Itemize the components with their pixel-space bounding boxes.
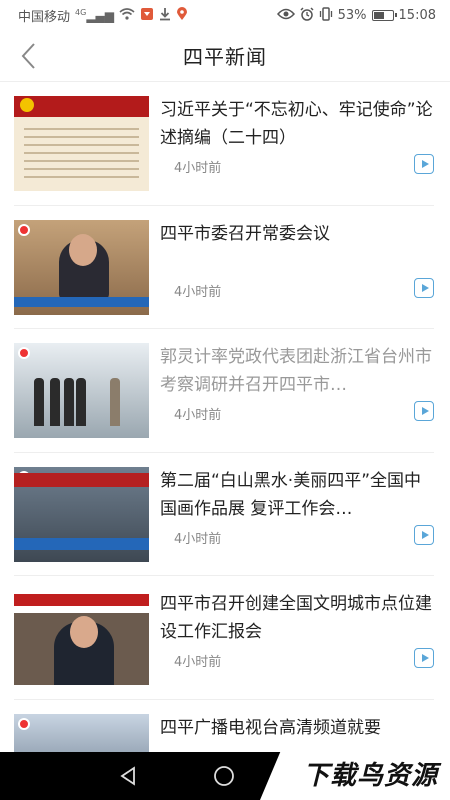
app-notification-icon xyxy=(140,7,154,23)
network-type-label: 4G xyxy=(75,7,87,17)
news-thumbnail xyxy=(14,466,149,562)
watermark-text: 下载鸟资源 xyxy=(302,760,438,791)
back-button[interactable] xyxy=(10,38,46,74)
news-title: 第二届“白山黑水·美丽四平”全国中国画作品展 复评工作会… xyxy=(160,470,422,519)
location-icon xyxy=(176,7,188,23)
carrier-label: 中国移动 xyxy=(18,9,71,25)
chevron-left-icon xyxy=(21,43,35,69)
news-item[interactable]: 第二届“白山黑水·美丽四平”全国中国画作品展 复评工作会… 4小时前 xyxy=(14,453,434,576)
news-thumbnail xyxy=(14,219,149,315)
page-header: 四平新闻 xyxy=(0,30,450,82)
status-bar: 中国移动 4G▂▄▆ 53% 15:08 xyxy=(0,0,450,30)
status-right: 53% 15:08 xyxy=(276,7,436,23)
news-title: 习近平关于“不忘初心、牢记使命”论述摘编（二十四） xyxy=(160,100,433,148)
status-left: 中国移动 4G▂▄▆ xyxy=(18,6,188,25)
eye-icon xyxy=(276,8,295,22)
news-title: 四平市委召开常委会议 xyxy=(160,223,330,244)
wifi-icon xyxy=(119,8,135,22)
news-item[interactable]: 郭灵计率党政代表团赴浙江省台州市考察调研并召开四平市… 4小时前 xyxy=(14,329,434,453)
signal-icon: 4G▂▄▆ xyxy=(75,7,114,23)
vibrate-icon xyxy=(319,7,333,23)
news-thumbnail xyxy=(14,343,149,438)
tv-logo-icon xyxy=(18,223,30,236)
triangle-back-icon xyxy=(120,766,135,786)
news-thumbnail xyxy=(14,96,149,191)
download-icon xyxy=(159,7,171,23)
battery-level xyxy=(373,11,384,19)
play-icon xyxy=(421,283,429,292)
news-time: 4小时前 xyxy=(174,284,222,300)
party-emblem-icon xyxy=(20,98,34,112)
play-video-button[interactable] xyxy=(414,401,434,421)
play-video-button[interactable] xyxy=(414,277,434,298)
news-thumbnail xyxy=(14,590,149,685)
watermark: 下载鸟资源 xyxy=(260,746,450,800)
play-icon xyxy=(421,407,429,415)
news-time: 4小时前 xyxy=(174,655,222,670)
news-title: 四平市召开创建全国文明城市点位建设工作汇报会 xyxy=(160,594,432,642)
news-thumbnail xyxy=(14,713,149,752)
battery-icon xyxy=(371,9,397,21)
play-icon xyxy=(421,530,429,539)
battery-percent: 53% xyxy=(337,7,367,23)
news-item[interactable]: 四平广播电视台高清频道就要 xyxy=(14,700,434,752)
news-list[interactable]: 习近平关于“不忘初心、牢记使命”论述摘编（二十四） 4小时前 四平市委召开常委会… xyxy=(0,82,450,752)
alarm-icon xyxy=(300,7,314,23)
tv-logo-icon xyxy=(18,717,30,730)
news-time: 4小时前 xyxy=(174,408,222,423)
nav-home-button[interactable] xyxy=(212,764,236,788)
nav-back-button[interactable] xyxy=(116,764,140,788)
news-title: 郭灵计率党政代表团赴浙江省台州市考察调研并召开四平市… xyxy=(160,347,432,395)
play-video-button[interactable] xyxy=(414,154,434,174)
tv-logo-icon xyxy=(18,347,30,359)
clock: 15:08 xyxy=(398,7,436,23)
news-item[interactable]: 四平市委召开常委会议 4小时前 xyxy=(14,206,434,329)
circle-home-icon xyxy=(214,766,234,786)
play-video-button[interactable] xyxy=(414,648,434,668)
system-nav-bar: 下载鸟资源 xyxy=(0,746,450,800)
play-video-button[interactable] xyxy=(414,524,434,545)
news-time: 4小时前 xyxy=(174,161,222,176)
play-icon xyxy=(421,654,429,662)
news-item[interactable]: 四平市召开创建全国文明城市点位建设工作汇报会 4小时前 xyxy=(14,576,434,700)
news-title: 四平广播电视台高清频道就要 xyxy=(160,717,381,738)
page-title: 四平新闻 xyxy=(183,45,267,69)
news-time: 4小时前 xyxy=(174,531,222,547)
play-icon xyxy=(421,160,429,168)
news-item[interactable]: 习近平关于“不忘初心、牢记使命”论述摘编（二十四） 4小时前 xyxy=(14,82,434,206)
